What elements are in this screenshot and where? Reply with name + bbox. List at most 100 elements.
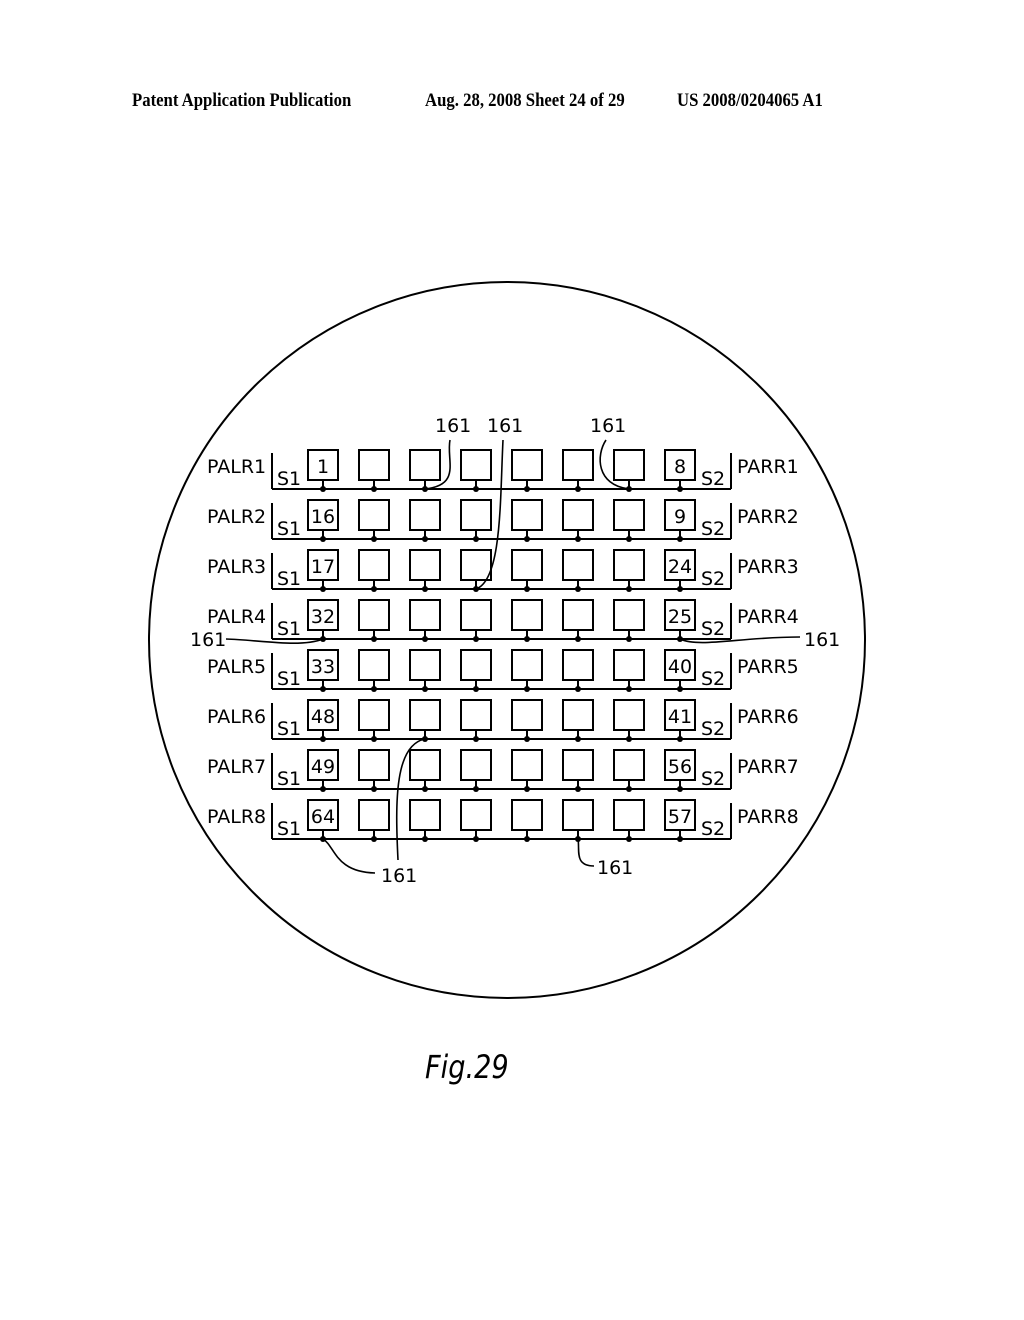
switch-label-s2: S2 <box>701 718 725 740</box>
die-box <box>613 599 645 631</box>
die-box <box>409 549 441 581</box>
junction-dot <box>320 736 326 742</box>
junction-dot <box>422 836 428 842</box>
die-box <box>460 749 492 781</box>
junction-dot <box>524 636 530 642</box>
die-box <box>409 749 441 781</box>
row-label-right: PARR4 <box>737 606 799 628</box>
die-box <box>409 799 441 831</box>
junction-dot <box>320 586 326 592</box>
junction-dot <box>677 586 683 592</box>
die-box <box>562 799 594 831</box>
die-number: 24 <box>668 556 692 578</box>
die-number: 16 <box>311 506 335 528</box>
die-box <box>511 599 543 631</box>
die-box <box>460 599 492 631</box>
die-box <box>562 549 594 581</box>
die-box <box>511 749 543 781</box>
die-box <box>511 699 543 731</box>
row-label-right: PARR1 <box>737 456 799 478</box>
junction-dot <box>677 536 683 542</box>
die-box <box>613 499 645 531</box>
row-label-right: PARR6 <box>737 706 799 728</box>
junction-dot <box>626 586 632 592</box>
die-box <box>613 749 645 781</box>
die-number: 8 <box>674 456 686 478</box>
row-label-left: PALR7 <box>207 756 266 778</box>
die-box <box>460 649 492 681</box>
die-box <box>460 499 492 531</box>
junction-dot <box>626 786 632 792</box>
junction-dot <box>422 786 428 792</box>
die-box <box>460 549 492 581</box>
junction-dot <box>524 686 530 692</box>
die-box <box>511 449 543 481</box>
junction-dot <box>626 686 632 692</box>
junction-dot <box>473 636 479 642</box>
die-number: 1 <box>317 456 329 478</box>
die-number: 49 <box>311 756 335 778</box>
die-box <box>613 699 645 731</box>
junction-dot <box>575 686 581 692</box>
die-box <box>562 649 594 681</box>
junction-dot <box>371 686 377 692</box>
reference-numeral-161: 161 <box>487 415 523 437</box>
junction-dot <box>320 486 326 492</box>
junction-dot <box>626 636 632 642</box>
die-box <box>358 449 390 481</box>
die-box <box>358 699 390 731</box>
die-box <box>409 449 441 481</box>
die-box <box>460 699 492 731</box>
die-box <box>358 549 390 581</box>
die-box <box>562 599 594 631</box>
junction-dot <box>575 636 581 642</box>
die-number: 41 <box>668 706 692 728</box>
die-row: PALR7 PARR7 S1 S2 49 56 <box>207 749 799 792</box>
row-label-left: PALR3 <box>207 556 266 578</box>
junction-dot <box>473 536 479 542</box>
junction-dot <box>473 736 479 742</box>
switch-label-s1: S1 <box>277 468 301 490</box>
switch-label-s1: S1 <box>277 668 301 690</box>
die-box <box>511 649 543 681</box>
die-grid: PALR1 PARR1S1 S21 8PALR2 PARR2S1 S216 9PALR3 PA… <box>207 449 799 842</box>
die-box <box>562 699 594 731</box>
die-box <box>562 449 594 481</box>
junction-dot <box>371 636 377 642</box>
die-number: 25 <box>668 606 692 628</box>
leader-line <box>577 838 595 867</box>
die-number: 40 <box>668 656 692 678</box>
junction-dot <box>371 736 377 742</box>
switch-label-s2: S2 <box>701 668 725 690</box>
switch-label-s1: S1 <box>277 618 301 640</box>
die-box <box>358 749 390 781</box>
row-label-left: PALR1 <box>207 456 266 478</box>
die-box <box>409 699 441 731</box>
switch-label-s2: S2 <box>701 468 725 490</box>
junction-dot <box>677 736 683 742</box>
switch-label-s1: S1 <box>277 568 301 590</box>
switch-label-s2: S2 <box>701 818 725 840</box>
die-box <box>460 799 492 831</box>
die-box <box>511 499 543 531</box>
row-label-right: PARR5 <box>737 656 799 678</box>
junction-dot <box>524 586 530 592</box>
die-box <box>613 549 645 581</box>
row-label-left: PALR2 <box>207 506 266 528</box>
junction-dot <box>575 736 581 742</box>
reference-numeral-161: 161 <box>804 629 840 651</box>
die-box <box>562 749 594 781</box>
junction-dot <box>371 586 377 592</box>
junction-dot <box>575 586 581 592</box>
junction-dot <box>473 786 479 792</box>
die-box <box>358 499 390 531</box>
junction-dot <box>473 686 479 692</box>
switch-label-s2: S2 <box>701 618 725 640</box>
junction-dot <box>575 486 581 492</box>
die-box <box>409 599 441 631</box>
junction-dot <box>473 486 479 492</box>
die-box <box>358 799 390 831</box>
die-number: 32 <box>311 606 335 628</box>
die-number: 33 <box>311 656 335 678</box>
die-box <box>409 649 441 681</box>
